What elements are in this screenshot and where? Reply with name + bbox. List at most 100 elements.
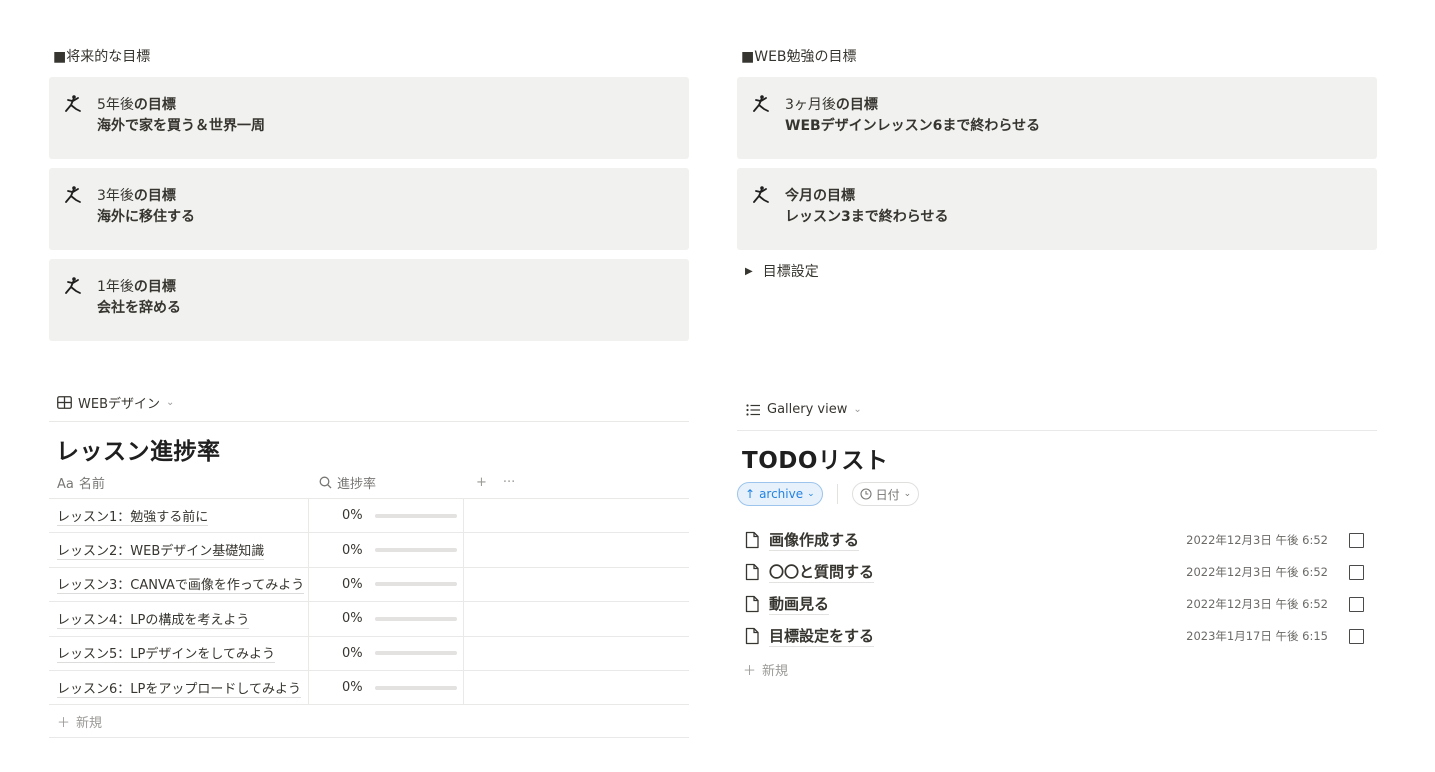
todo-date: 2022年12月3日 午後 6:52 — [1186, 565, 1328, 579]
lesson-name: レッスン1：勉強する前に — [57, 506, 209, 526]
todo-title: 〇〇と質問する — [769, 563, 875, 583]
progress-text: 0% — [342, 645, 363, 661]
database-title: レッスン進捗率 — [56, 439, 221, 465]
progress-bar — [374, 685, 457, 690]
todo-checkbox[interactable] — [1349, 596, 1364, 612]
table-row[interactable]: レッスン6：LPをアップロードしてみよう 0% — [49, 670, 689, 706]
goal-callout-text: 3年後の目標 海外に移住する — [97, 186, 195, 228]
goal-callout-3m[interactable]: 3ヶ月後の目標 WEBデザインレッスン6まで終わらせる — [737, 77, 1377, 159]
cell-name[interactable]: レッスン1：勉強する前に — [49, 499, 309, 533]
column-actions: + ··· — [464, 475, 524, 490]
table-row[interactable]: レッスン3：CANVAで画像を作ってみよう 0% — [49, 567, 689, 603]
database-title: TODOリスト — [742, 448, 889, 474]
cell-name[interactable]: レッスン2：WEBデザイン基礎知識 — [49, 533, 309, 567]
goal-suffix: の目標 — [133, 188, 176, 204]
page-icon — [745, 595, 759, 613]
progress-text: 0% — [342, 680, 363, 696]
cell-progress[interactable]: 0% — [309, 636, 464, 670]
date-filter-label: 日付 — [875, 487, 900, 502]
todo-checkbox[interactable] — [1349, 564, 1364, 580]
table-row[interactable]: レッスン1：勉強する前に 0% — [49, 499, 689, 534]
add-column-button[interactable]: + — [476, 475, 487, 490]
list-icon — [746, 403, 760, 416]
todo-title: 画像作成する — [769, 531, 860, 551]
progress-bar — [374, 548, 457, 553]
list-item[interactable]: 動画見る 2022年12月3日 午後 6:52 — [737, 588, 1377, 620]
cell-name[interactable]: レッスン6：LPをアップロードしてみよう — [49, 670, 309, 705]
divider — [737, 430, 1377, 431]
todo-checkbox[interactable] — [1349, 532, 1364, 548]
lesson-name: レッスン5：LPデザインをしてみよう — [57, 643, 275, 664]
column-header-progress[interactable]: 進捗率 — [309, 473, 464, 492]
cell-name[interactable]: レッスン5：LPデザインをしてみよう — [49, 636, 309, 670]
goal-callout-text: 5年後の目標 海外で家を買う＆世界一周 — [97, 95, 265, 137]
lesson-name: レッスン4：LPの構成を考えよう — [57, 609, 250, 629]
goal-suffix: の目標 — [133, 279, 176, 295]
date-filter-chip[interactable]: 日付 ⌄ — [851, 482, 920, 506]
goal-callout-3y[interactable]: 3年後の目標 海外に移住する — [49, 168, 689, 250]
view-tab-webdesign[interactable]: WEBデザイン ⌄ — [57, 393, 174, 412]
goal-callout-text: 今月の目標 レッスン3まで終わらせる — [785, 186, 948, 228]
cell-progress[interactable]: 0% — [309, 567, 464, 602]
goal-period: 今月 — [785, 188, 813, 204]
progress-bar — [374, 616, 457, 621]
goal-period: 5年後 — [97, 97, 134, 113]
goal-callout-text: 3ヶ月後の目標 WEBデザインレッスン6まで終わらせる — [785, 95, 1040, 137]
table-row[interactable]: レッスン4：LPの構成を考えよう 0% — [49, 602, 689, 637]
triangle-right-icon[interactable]: ▶ — [745, 266, 753, 277]
goal-body: 海外に移住する — [97, 209, 195, 225]
chevron-down-icon: ⌄ — [903, 489, 912, 499]
column-header-label: 進捗率 — [337, 476, 377, 492]
goal-suffix: の目標 — [133, 97, 176, 113]
add-todo-button[interactable]: ＋ 新規 — [743, 660, 788, 679]
cell-progress[interactable]: 0% — [309, 602, 464, 636]
table-row[interactable]: レッスン5：LPデザインをしてみよう 0% — [49, 636, 689, 671]
add-row-button[interactable]: ＋ 新規 — [49, 705, 689, 739]
list-item[interactable]: 〇〇と質問する 2022年12月3日 午後 6:52 — [737, 556, 1377, 588]
list-item[interactable]: 画像作成する 2022年12月3日 午後 6:52 — [737, 524, 1377, 556]
sort-chip[interactable]: ↑ archive ⌄ — [737, 482, 823, 506]
todo-date: 2023年1月17日 午後 6:15 — [1186, 629, 1328, 643]
column-header-name[interactable]: Aa 名前 — [49, 473, 309, 492]
view-tab-label: WEBデザイン — [78, 397, 160, 412]
view-tab-gallery[interactable]: Gallery view ⌄ — [746, 402, 862, 417]
goal-body: WEBデザインレッスン6まで終わらせる — [785, 118, 1041, 134]
goal-callout-5y[interactable]: 5年後の目標 海外で家を買う＆世界一周 — [49, 77, 689, 159]
list-item[interactable]: 目標設定をする 2023年1月17日 午後 6:15 — [737, 620, 1377, 652]
jumpman-icon — [753, 95, 769, 112]
goal-body: 海外で家を買う＆世界一周 — [97, 118, 265, 134]
page-icon — [745, 563, 759, 581]
goal-suffix: の目標 — [813, 188, 855, 204]
cell-name[interactable]: レッスン3：CANVAで画像を作ってみよう — [49, 567, 309, 602]
divider — [49, 421, 689, 422]
cell-progress[interactable]: 0% — [309, 499, 464, 533]
table-row[interactable]: レッスン2：WEBデザイン基礎知識 0% — [49, 533, 689, 568]
lesson-name: レッスン6：LPをアップロードしてみよう — [57, 678, 301, 698]
goal-callout-1y[interactable]: 1年後の目標 会社を辞める — [49, 259, 689, 341]
more-options-button[interactable]: ··· — [503, 475, 515, 490]
table-icon — [57, 396, 72, 409]
cell-progress[interactable]: 0% — [309, 670, 464, 705]
jumpman-icon — [65, 277, 81, 294]
jumpman-icon — [753, 186, 769, 203]
todo-date: 2022年12月3日 午後 6:52 — [1186, 597, 1328, 611]
text-property-icon: Aa — [57, 476, 74, 492]
chevron-down-icon: ⌄ — [166, 397, 175, 408]
goal-setting-toggle[interactable]: ▶ 目標設定 — [745, 261, 819, 281]
goal-callout-month[interactable]: 今月の目標 レッスン3まで終わらせる — [737, 168, 1377, 250]
table-header: Aa 名前 進捗率 + ··· — [49, 466, 689, 499]
progress-text: 0% — [342, 576, 363, 592]
plus-icon: ＋ — [743, 664, 757, 679]
divider — [836, 484, 838, 504]
cell-name[interactable]: レッスン4：LPの構成を考えよう — [49, 602, 309, 636]
progress-bar — [374, 651, 457, 656]
chevron-down-icon: ⌄ — [853, 404, 862, 415]
lesson-name: レッスン3：CANVAで画像を作ってみよう — [57, 574, 305, 595]
search-icon — [319, 476, 332, 488]
todo-checkbox[interactable] — [1349, 628, 1364, 644]
column-header-label: 名前 — [78, 476, 105, 492]
cell-progress[interactable]: 0% — [309, 533, 464, 567]
clock-icon — [860, 488, 872, 500]
jumpman-icon — [65, 186, 81, 203]
todo-date: 2022年12月3日 午後 6:52 — [1186, 533, 1328, 547]
